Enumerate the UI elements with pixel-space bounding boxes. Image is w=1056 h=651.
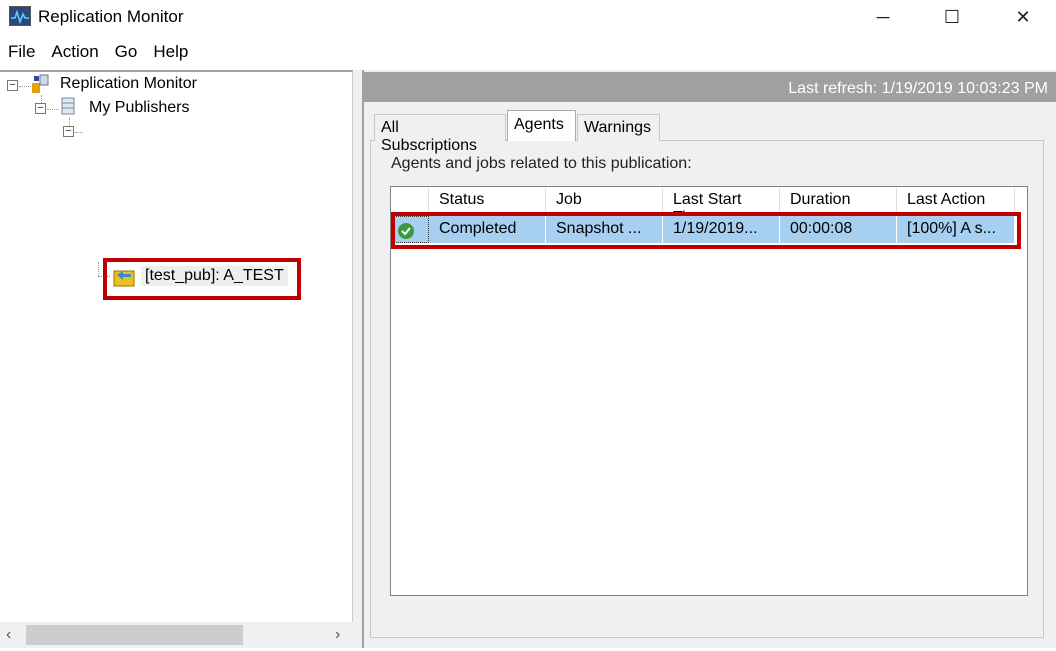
- last-refresh-label: Last refresh: 1/19/2019 10:03:23 PM: [364, 72, 1056, 102]
- tree-item-replication-monitor[interactable]: Replication Monitor: [60, 75, 197, 93]
- highlight-box-publication: [103, 258, 301, 300]
- publishers-icon: [58, 96, 80, 118]
- menu-file[interactable]: File: [0, 40, 43, 66]
- column-header-status[interactable]: Status: [429, 188, 546, 213]
- collapse-toggle-publishers[interactable]: −: [35, 103, 46, 114]
- pane-splitter[interactable]: [353, 70, 362, 648]
- minimize-button[interactable]: ─: [860, 0, 906, 34]
- tab-agents[interactable]: Agents: [507, 110, 576, 141]
- scrollbar-thumb[interactable]: [26, 625, 243, 645]
- menu-bar: File Action Go Help: [0, 40, 196, 66]
- tree-item-my-publishers[interactable]: My Publishers: [89, 99, 189, 117]
- tree-pane: [0, 70, 353, 648]
- replication-monitor-icon: [30, 73, 52, 95]
- column-header-duration[interactable]: Duration: [780, 188, 897, 213]
- list-description: Agents and jobs related to this publicat…: [391, 155, 692, 173]
- column-header-last-action[interactable]: Last Action: [897, 188, 1015, 213]
- collapse-toggle-root[interactable]: −: [7, 80, 18, 91]
- scroll-right-arrow[interactable]: ›: [335, 626, 340, 644]
- app-icon: [9, 6, 31, 26]
- highlight-box-agent-row: [391, 212, 1021, 249]
- tab-warnings[interactable]: Warnings: [577, 114, 660, 141]
- tab-all-subscriptions[interactable]: All Subscriptions: [374, 114, 506, 141]
- column-header-job[interactable]: Job: [546, 188, 663, 213]
- window-title: Replication Monitor: [38, 7, 184, 27]
- close-button[interactable]: ✕: [1000, 0, 1046, 34]
- column-header-last-start[interactable]: Last Start Ti...: [663, 188, 780, 213]
- menu-help[interactable]: Help: [145, 40, 196, 66]
- column-header-icon[interactable]: [392, 188, 429, 213]
- scroll-left-arrow[interactable]: ‹: [6, 626, 11, 644]
- collapse-toggle-server[interactable]: −: [63, 126, 74, 137]
- menu-action[interactable]: Action: [43, 40, 106, 66]
- menu-go[interactable]: Go: [107, 40, 146, 66]
- maximize-button[interactable]: ☐: [929, 0, 975, 34]
